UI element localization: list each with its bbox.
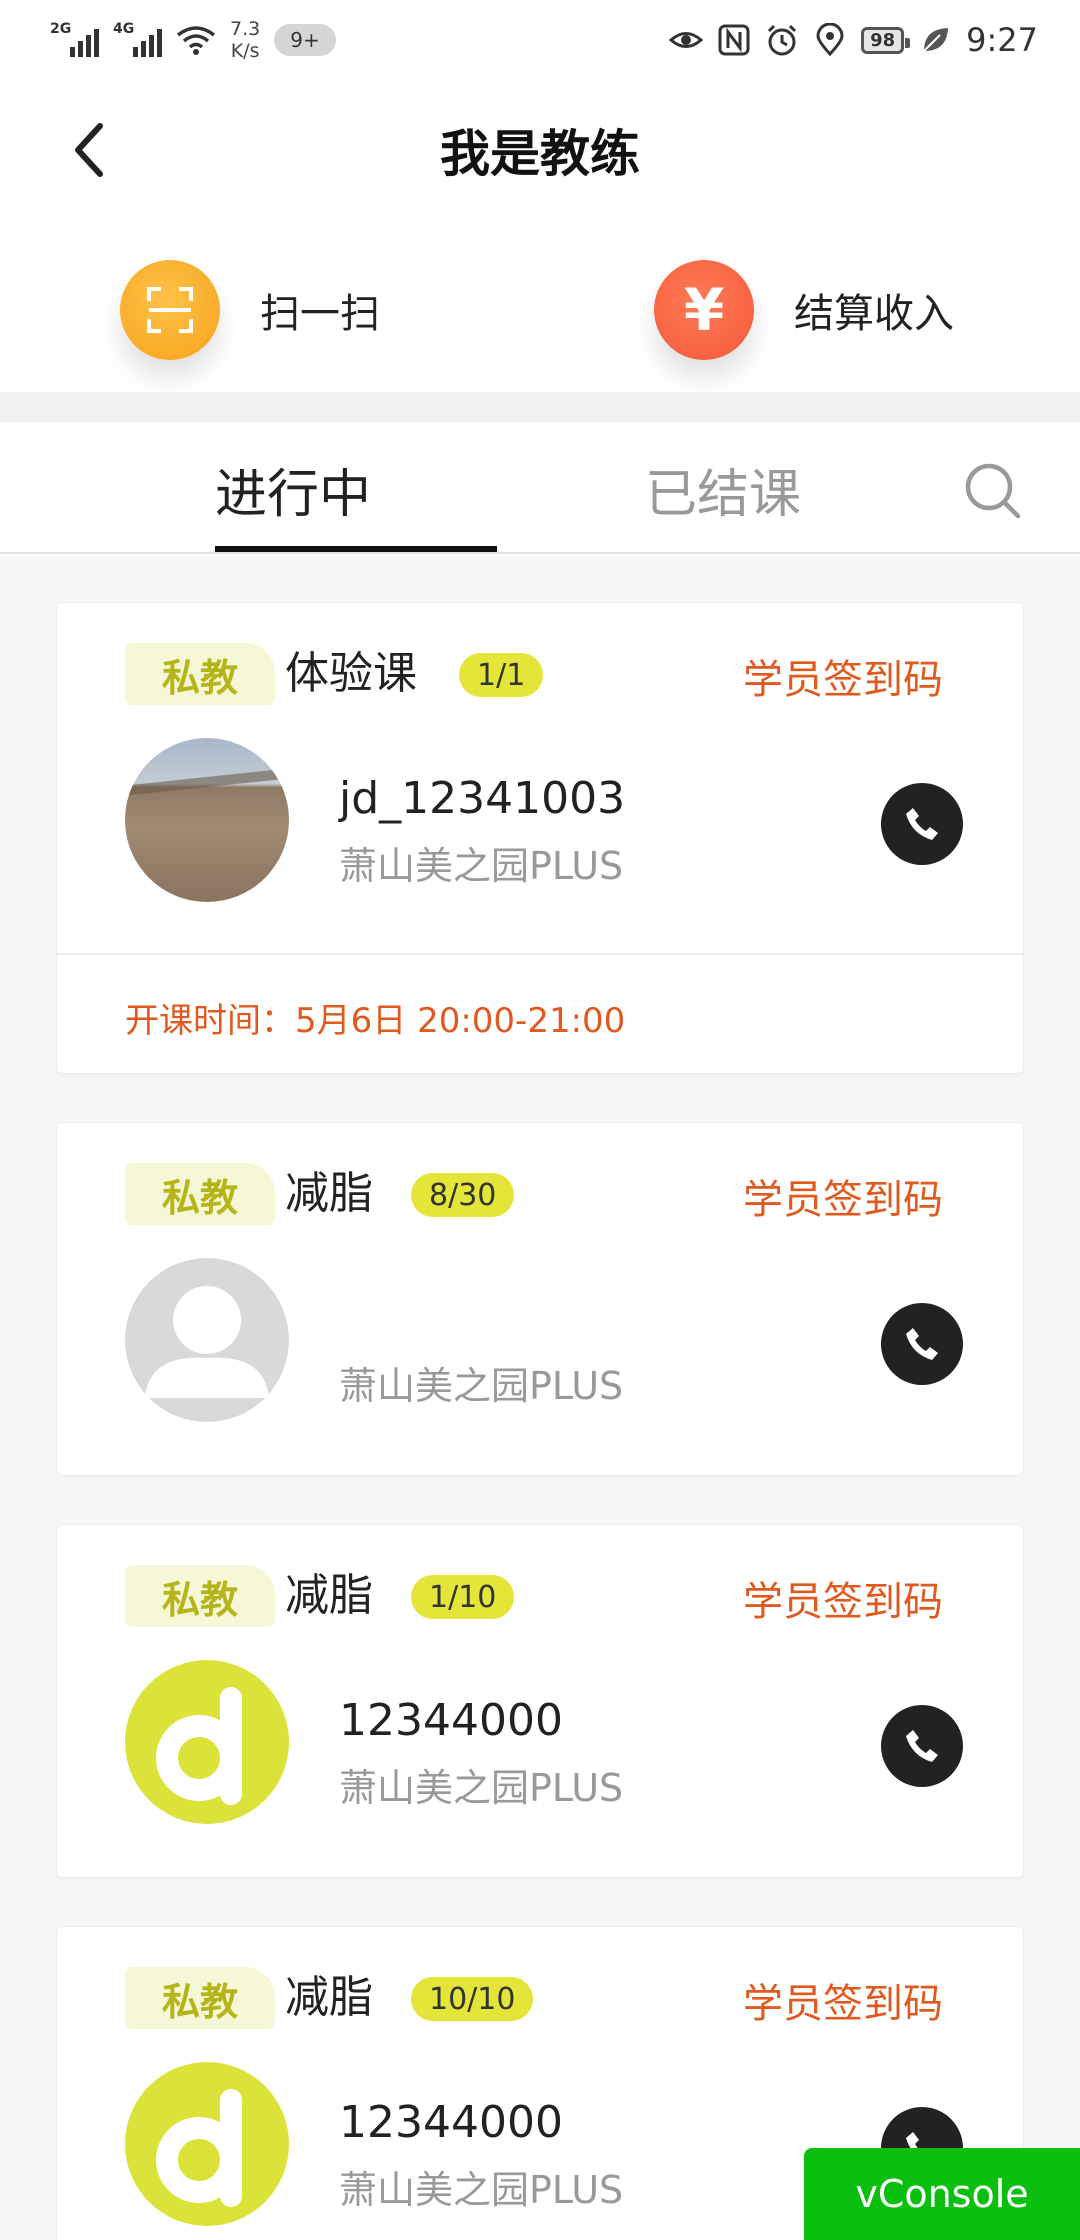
card-divider (57, 953, 1023, 955)
private-coach-tag: 私教 (125, 643, 275, 705)
checkin-code-link[interactable]: 学员签到码 (743, 1971, 943, 2029)
course-card[interactable]: 私教 减脂 8/30 学员签到码 萧山美之园PLUS (56, 1122, 1024, 1476)
wifi-icon (176, 26, 216, 55)
vconsole-button[interactable]: vConsole (804, 2148, 1080, 2240)
course-card[interactable]: 私教 体验课 1/1 学员签到码 jd_12341003 萧山美之园PLUS 开… (56, 602, 1024, 1074)
course-title: 体验课 (285, 648, 417, 699)
phone-icon (906, 808, 938, 840)
avatar (125, 1258, 289, 1422)
start-time: 开课时间：5月6日 20:00-21:00 (125, 1001, 626, 1041)
member-name: 12344000 (339, 2097, 563, 2148)
course-list: 私教 体验课 1/1 学员签到码 jd_12341003 萧山美之园PLUS 开… (0, 556, 1080, 2240)
phone-call-button[interactable] (881, 1705, 963, 1787)
default-avatar-icon (145, 1286, 269, 1398)
store-name: 萧山美之园PLUS (339, 2168, 624, 2212)
yen-symbol: ¥ (683, 276, 725, 344)
nfc-icon (718, 24, 750, 56)
course-progress-badge: 8/30 (411, 1173, 515, 1217)
course-progress-badge: 1/10 (411, 1575, 515, 1619)
scan-button[interactable]: 扫一扫 (120, 260, 380, 360)
status-left: 2G 4G 7.3 K/s 9+ (50, 18, 336, 62)
avatar (125, 1660, 289, 1824)
status-time: 9:27 (966, 21, 1038, 59)
member-name: 12344000 (339, 1695, 563, 1746)
store-name: 萧山美之园PLUS (339, 844, 624, 888)
eye-icon (669, 32, 704, 48)
section-divider (0, 392, 1080, 422)
speed-unit: K/s (230, 40, 260, 62)
avatar (125, 2062, 289, 2226)
signal-type-label: 4G (113, 21, 135, 37)
avatar (125, 738, 289, 902)
phone-icon (906, 1328, 938, 1360)
checkin-code-link[interactable]: 学员签到码 (743, 647, 943, 705)
leaf-icon (923, 28, 949, 52)
yen-icon: ¥ (654, 260, 754, 360)
signal-icon: 4G (113, 21, 162, 57)
private-coach-tag: 私教 (125, 1163, 275, 1225)
location-icon (816, 23, 844, 57)
tab-indicator (215, 546, 497, 552)
store-name: 萧山美之园PLUS (339, 1364, 624, 1408)
battery-indicator: 98 (861, 26, 911, 54)
status-right: 98 9:27 (669, 21, 1038, 59)
settle-income-label: 结算收入 (794, 291, 954, 337)
settle-income-button[interactable]: ¥ 结算收入 (654, 260, 954, 360)
phone-call-button[interactable] (881, 783, 963, 865)
alarm-icon (768, 24, 797, 56)
checkin-code-link[interactable]: 学员签到码 (743, 1569, 943, 1627)
signal-type-label: 2G (50, 21, 72, 37)
network-speed: 7.3 K/s (230, 18, 260, 62)
tab-in-progress[interactable]: 进行中 (215, 452, 371, 527)
course-title: 减脂 (285, 1168, 373, 1219)
status-bar: 2G 4G 7.3 K/s 9+ 98 9:27 (0, 0, 1080, 80)
course-title: 减脂 (285, 1570, 373, 1621)
brand-logo-icon (156, 1687, 242, 1805)
scan-label: 扫一扫 (260, 291, 380, 337)
course-card[interactable]: 私教 减脂 1/10 学员签到码 12344000 萧山美之园PLUS (56, 1524, 1024, 1878)
quick-actions: 扫一扫 ¥ 结算收入 (0, 230, 1080, 380)
course-progress-badge: 10/10 (411, 1977, 534, 2021)
brand-logo-icon (156, 2089, 242, 2207)
notification-badge: 9+ (274, 24, 336, 56)
course-progress-badge: 1/1 (459, 653, 544, 697)
course-title: 减脂 (285, 1972, 373, 2023)
scan-icon (120, 260, 220, 360)
tab-finished[interactable]: 已结课 (645, 452, 801, 527)
private-coach-tag: 私教 (125, 1565, 275, 1627)
search-icon[interactable] (962, 460, 1024, 522)
phone-icon (906, 1730, 938, 1762)
store-name: 萧山美之园PLUS (339, 1766, 624, 1810)
member-name: jd_12341003 (339, 773, 626, 824)
phone-call-button[interactable] (881, 1303, 963, 1385)
speed-value: 7.3 (230, 18, 261, 40)
page-header: 我是教练 (0, 80, 1080, 220)
tab-bar: 进行中 已结课 (0, 422, 1080, 554)
signal-icon: 2G (50, 21, 99, 57)
private-coach-tag: 私教 (125, 1967, 275, 2029)
checkin-code-link[interactable]: 学员签到码 (743, 1167, 943, 1225)
back-arrow-icon[interactable] (62, 120, 122, 180)
page-title: 我是教练 (440, 125, 640, 183)
